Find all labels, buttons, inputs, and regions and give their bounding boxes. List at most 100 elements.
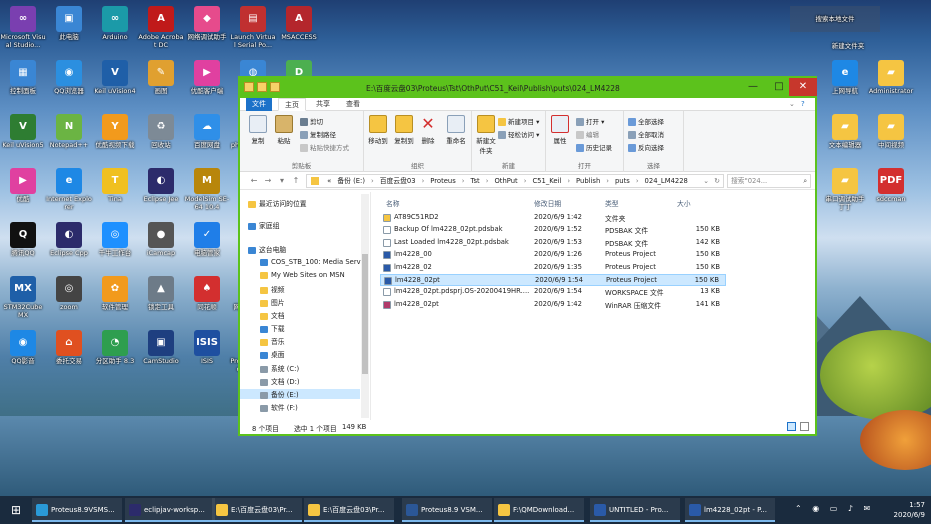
minimize-button[interactable]: — xyxy=(740,78,766,96)
desktop-icon[interactable]: ∞ Arduino xyxy=(92,6,138,41)
tab-file[interactable]: 文件 xyxy=(246,98,272,111)
nav-item[interactable]: 桌面 xyxy=(240,349,360,359)
breadcrumb-segment[interactable]: C51_Keil xyxy=(532,177,561,185)
taskbar-item[interactable]: E:\百度云盘03\Pr... xyxy=(212,498,302,522)
clock[interactable]: 1:57 2020/6/9 xyxy=(894,500,925,520)
desktop-icon[interactable]: ◐ Eclipse Jee xyxy=(138,168,184,203)
move-to-button[interactable]: 移动到 xyxy=(366,115,390,145)
new-folder-icon[interactable] xyxy=(270,82,280,92)
desktop-icon[interactable]: ISIS ISIS xyxy=(184,330,230,365)
breadcrumb-separator-icon[interactable]: › xyxy=(462,177,465,185)
desktop-icon[interactable]: ◉ QQ影音 xyxy=(0,330,46,365)
nav-item[interactable]: 软件 (F:) xyxy=(240,402,360,412)
column-type[interactable]: 类型 xyxy=(605,198,619,208)
desktop-icon[interactable]: ⌂ 委托交易 xyxy=(46,330,92,365)
column-name[interactable]: 名称 xyxy=(386,198,400,208)
copy-path-button[interactable]: 复制路径 xyxy=(300,129,336,139)
nav-item[interactable]: 音乐 xyxy=(240,336,360,346)
scrollbar-thumb[interactable] xyxy=(362,254,368,374)
breadcrumb-separator-icon[interactable]: › xyxy=(524,177,527,185)
forward-button[interactable]: → xyxy=(262,175,274,187)
taskbar-item[interactable]: F:\QMDownload... xyxy=(494,498,584,522)
title-bar[interactable]: E:\百度云盘03\Proteus\Tst\OthPut\C51_Keil\Pu… xyxy=(240,78,817,98)
desktop-icon[interactable]: ▦ 控制面板 xyxy=(0,60,46,95)
breadcrumb-separator-icon[interactable]: › xyxy=(606,177,609,185)
breadcrumb-separator-icon[interactable]: › xyxy=(486,177,489,185)
address-bar[interactable]: « 备份 (E:) › 百度云盘03 › Proteus › Tst › OthPut › C51_K… xyxy=(306,174,724,188)
new-item-button[interactable]: 新建项目 ▾ xyxy=(498,116,539,126)
column-date[interactable]: 修改日期 xyxy=(534,198,561,208)
breadcrumb-segment[interactable]: Publish xyxy=(576,177,600,185)
breadcrumb-segment[interactable]: Proteus xyxy=(430,177,455,185)
details-view-button[interactable] xyxy=(787,422,796,431)
desktop-icon[interactable]: ▶ 优酷 xyxy=(0,168,46,203)
desktop-icon[interactable]: ▤ Launch Virtual Serial Po... xyxy=(230,6,276,49)
desktop-icon[interactable]: ✓ 电脑管家 xyxy=(184,222,230,257)
invert-selection-button[interactable]: 反向选择 xyxy=(628,142,664,152)
file-explorer-window[interactable]: E:\百度云盘03\Proteus\Tst\OthPut\C51_Keil\Pu… xyxy=(238,76,817,436)
back-button[interactable]: ← xyxy=(248,175,260,187)
desktop-icon[interactable]: V Keil uVision5 xyxy=(0,114,46,149)
search-icon[interactable]: ⌕ xyxy=(803,175,807,187)
desktop-icon[interactable]: ✎ 画图 xyxy=(138,60,184,95)
properties-button[interactable]: 属性 xyxy=(548,115,572,145)
edit-button[interactable]: 编辑 xyxy=(576,129,599,139)
desktop-icon[interactable]: Y 优酷视频下载 xyxy=(92,114,138,149)
breadcrumb-segment[interactable]: puts xyxy=(615,177,630,185)
desktop-icon[interactable]: M ModelSim SE-64 10.4 xyxy=(184,168,230,211)
desktop-icon[interactable]: ▰ 文本编辑器 xyxy=(822,114,868,149)
easy-access-button[interactable]: 轻松访问 ▾ xyxy=(498,129,539,139)
desktop-icon[interactable]: ◎ zoom xyxy=(46,276,92,311)
desktop-icon[interactable]: ♠ 同花顺 xyxy=(184,276,230,311)
taskbar-item[interactable]: lm4228_02pt - P... xyxy=(685,498,775,522)
taskbar-item[interactable]: Proteus8.9VSMS... xyxy=(32,498,122,522)
desktop-icon[interactable]: ▰ Administrator xyxy=(868,60,914,95)
taskbar-item[interactable]: E:\百度云盘03\Pr... xyxy=(304,498,394,522)
desktop-icon[interactable]: A Adobe Acrobat DC xyxy=(138,6,184,49)
new-folder-button[interactable]: 新建文件夹 xyxy=(474,115,498,155)
nav-item[interactable]: 下载 xyxy=(240,323,360,333)
breadcrumb-segment[interactable]: 百度云盘03 xyxy=(380,177,416,185)
tab-share[interactable]: 共享 xyxy=(310,98,336,111)
desktop-icon[interactable]: N Notepad++ xyxy=(46,114,92,149)
nav-item[interactable]: 备份 (E:) xyxy=(240,389,360,399)
file-row[interactable]: lm4228_02pt 2020/6/9 1:54 Proteus Project 1… xyxy=(380,274,726,286)
nav-item[interactable]: 图片 xyxy=(240,297,360,307)
search-box[interactable]: 搜索"024... ⌕ xyxy=(727,174,811,188)
start-button[interactable]: ⊞ xyxy=(4,498,28,522)
desktop-icon[interactable]: ∞ Microsoft Visual Studio... xyxy=(0,6,46,49)
copy-to-button[interactable]: 复制到 xyxy=(392,115,416,145)
delete-button[interactable]: ✕ 删除 xyxy=(416,115,440,146)
nav-item[interactable]: 家庭组 xyxy=(240,220,360,230)
taskbar-item[interactable]: eclipjav-worksp... xyxy=(125,498,215,522)
desktop-icon[interactable]: ◉ QQ浏览器 xyxy=(46,60,92,95)
breadcrumb-segment[interactable]: « xyxy=(327,177,331,185)
rename-button[interactable]: 重命名 xyxy=(442,115,470,145)
desktop-icon[interactable]: ♻ 回收站 xyxy=(138,114,184,149)
file-row[interactable]: Last Loaded lm4228_02pt.pdsbak 2020/6/9 1… xyxy=(380,237,726,249)
desktop-icon[interactable]: ✿ 软件管理 xyxy=(92,276,138,311)
system-tray-icons[interactable]: ⌃ ◉ ▭ ♪ ✉ xyxy=(795,504,874,513)
file-row[interactable]: lm4228_00 2020/6/9 1:26 Proteus Project 150… xyxy=(380,249,726,261)
desktop-icon[interactable]: ◎ 千牛工作台 xyxy=(92,222,138,257)
taskbar-item[interactable]: Proteus8.9 VSM... xyxy=(402,498,492,522)
nav-item[interactable]: COS_STB_100: Media Serv xyxy=(240,258,361,266)
desktop-icon[interactable]: ▣ CamStudio xyxy=(138,330,184,365)
desktop-icon[interactable]: ▰新建文件夹 xyxy=(818,42,878,50)
breadcrumb-segment[interactable]: 备份 (E:) xyxy=(337,177,365,185)
nav-item[interactable]: 系统 (C:) xyxy=(240,363,360,373)
taskbar-item[interactable]: UNTITLED - Pro... xyxy=(590,498,680,522)
desktop-icon[interactable]: ☁ 百度网盘 xyxy=(184,114,230,149)
refresh-button[interactable]: ↻ xyxy=(714,175,720,187)
file-row[interactable]: lm4228_02 2020/6/9 1:35 Proteus Project 150… xyxy=(380,262,726,274)
breadcrumb-segment[interactable]: OthPut xyxy=(494,177,517,185)
desktop-icon[interactable]: Q 腾讯QQ xyxy=(0,222,46,257)
desktop-icon[interactable]: MX STM32Cube MX xyxy=(0,276,46,319)
desktop-icon[interactable]: ▣ 此电脑 xyxy=(46,6,92,41)
breadcrumb-separator-icon[interactable]: › xyxy=(567,177,570,185)
desktop-icon[interactable]: ◆ 网络调试助手 xyxy=(184,6,230,41)
desktop-icon[interactable]: V Keil uVision4 xyxy=(92,60,138,95)
desktop-icon[interactable]: ◐ Eclipse Cpp xyxy=(46,222,92,257)
breadcrumb-separator-icon[interactable]: › xyxy=(422,177,425,185)
cut-button[interactable]: 剪切 xyxy=(300,116,323,126)
